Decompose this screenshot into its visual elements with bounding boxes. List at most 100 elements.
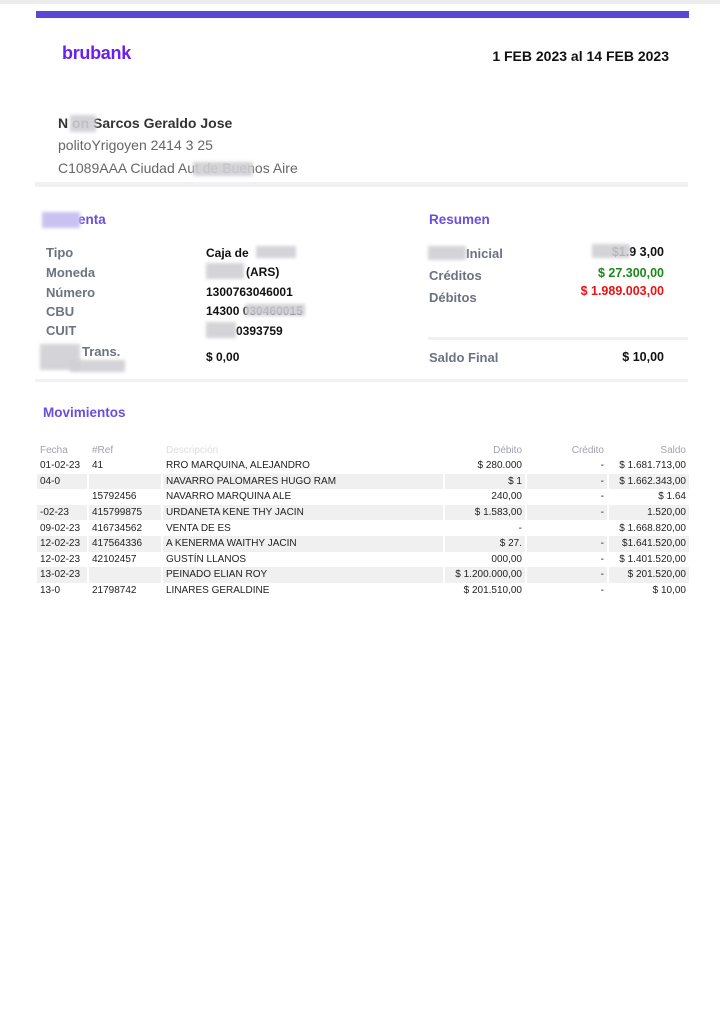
cell-debito: $ 201.510,00 [463, 585, 522, 597]
cell-saldo: $1.641.520,00 [609, 535, 689, 552]
cell-credito: - [600, 553, 604, 565]
cell-saldo: $ 10,00 [652, 585, 686, 597]
cell-debito: $ 280.000 [477, 460, 523, 472]
cell-credito: - [600, 585, 604, 597]
label-saldo-final: Saldo Final [429, 350, 499, 365]
label-cuit: CUIT [46, 323, 77, 338]
col-ref: #Ref [92, 444, 114, 456]
col-fecha: Fecha [40, 444, 68, 456]
table-row: 09-02-23 416734562 VENTA DE ES - $ 1.668.820… [37, 520, 689, 536]
cell-saldo: $ 1.64 [658, 491, 686, 503]
cell-debito: $ 1.583,00 [445, 504, 525, 521]
redaction [70, 115, 96, 132]
value-debitos: $ 1.989.003,00 [580, 284, 664, 298]
value-cuit: 0393759 [236, 324, 283, 338]
cell-fecha: 04-0 [37, 473, 87, 490]
brubank-logo: brubank [62, 43, 131, 63]
col-debito: Débito [493, 444, 522, 456]
cell-saldo: $ 1.668.820,00 [619, 522, 686, 534]
cell-ref: 15792456 [92, 491, 137, 503]
table-row: 15792456 NAVARRO MARQUINA ALE 240,00 - $ 1.6… [37, 489, 689, 505]
table-row: 13-0 21798742 LINARES GERALDINE $ 201.510,0… [37, 583, 689, 599]
cell-descripcion: VENTA DE ES [166, 522, 231, 534]
redaction [245, 304, 305, 316]
cell-credito: - [527, 567, 607, 583]
cell-ref: 41 [92, 460, 104, 472]
account-section-title: enta [78, 212, 106, 227]
cell-fecha: -02-23 [37, 504, 87, 521]
cell-saldo: $ 201.520,00 [609, 567, 689, 583]
accent-bar [36, 11, 689, 18]
col-descripcion: Descripción [166, 444, 219, 456]
cell-descripcion: NAVARRO MARQUINA ALE [166, 491, 292, 503]
cell-debito: $ 1 [445, 473, 525, 490]
value-trans: $ 0,00 [206, 350, 240, 364]
cell-debito: $ 27. [445, 535, 525, 552]
redaction [193, 162, 253, 176]
cell-debito: 000,00 [491, 553, 522, 565]
summary-section-title: Resumen [429, 212, 490, 227]
cell-saldo: $ 1.681.713,00 [619, 460, 686, 472]
table-row: 04-0 NAVARRO PALOMARES HUGO RAM $ 1- $ 1.66… [37, 473, 689, 490]
label-numero: Número [46, 285, 96, 300]
col-saldo: Saldo [660, 444, 686, 456]
cell-credito: - [527, 535, 607, 552]
cell-descripcion: RRO MARQUINA, ALEJANDRO [166, 460, 310, 472]
cell-descripcion: LINARES GERALDINE [166, 585, 270, 597]
cell-credito [527, 520, 607, 536]
cell-descripcion: GUSTÍN LLANOS [166, 553, 247, 565]
label-tipo: Tipo [46, 245, 74, 260]
cell-credito: - [600, 460, 604, 472]
divider [428, 337, 688, 340]
redaction [428, 246, 466, 260]
value-creditos: $ 27.300,00 [597, 266, 664, 280]
cell-fecha: 12-02-23 [37, 535, 87, 552]
cell-fecha: 12-02-23 [40, 553, 81, 565]
cell-debito: $ 1.200.000,00 [445, 567, 525, 583]
cell-fecha: 13-02-23 [37, 567, 87, 583]
cell-fecha: 01-02-23 [40, 460, 81, 472]
value-numero: 1300763046001 [206, 285, 293, 299]
cell-ref: 415799875 [89, 504, 161, 521]
cell-debito: 240,00 [491, 491, 522, 503]
movements-table: Fecha #Ref Descripción Débito Crédito Sa… [35, 442, 691, 598]
table-header: Fecha #Ref Descripción Débito Crédito Sa… [37, 442, 689, 458]
redaction [206, 263, 244, 279]
label-moneda: Moneda [46, 265, 96, 280]
cell-credito: - [527, 504, 607, 521]
page-edge [0, 0, 720, 4]
divider [35, 182, 688, 187]
value-moneda: (ARS) [246, 265, 280, 279]
table-row: 12-02-23 417564336 A KENERMA WAITHY JACIN $… [37, 535, 689, 552]
cell-ref [89, 473, 161, 490]
table-row: 12-02-23 42102457 GUSTÍN LLANOS 000,00 - $ 1.… [37, 552, 689, 568]
label-debitos: Débitos [429, 290, 477, 305]
value-saldo-final: $ 10,00 [622, 350, 664, 364]
col-credito: Crédito [571, 444, 604, 456]
redaction [70, 360, 125, 372]
redaction [206, 322, 236, 338]
cell-ref [89, 567, 161, 583]
cell-ref: 21798742 [92, 585, 137, 597]
cell-fecha: 09-02-23 [40, 522, 81, 534]
label-saldo-inicial: Inicial [466, 246, 503, 261]
cell-descripcion: URDANETA KENE THY JACIN [163, 504, 443, 521]
cell-descripcion: PEINADO ELIAN ROY [163, 567, 443, 583]
cell-ref: 42102457 [92, 553, 137, 565]
cell-credito: - [600, 491, 604, 503]
value-tipo: Caja de [206, 246, 249, 260]
client-address-line2: C1089AAA Ciudad Aut de Buenos Aire [58, 160, 298, 176]
cell-debito: - [518, 522, 522, 534]
redaction [256, 246, 296, 258]
label-creditos: Créditos [429, 268, 482, 283]
cell-descripcion: A KENERMA WAITHY JACIN [163, 535, 443, 552]
cell-saldo: $ 1.401.520,00 [619, 553, 686, 565]
cell-saldo: $ 1.662.343,00 [609, 473, 689, 490]
cell-descripcion: NAVARRO PALOMARES HUGO RAM [163, 473, 443, 490]
redaction [592, 244, 630, 258]
label-cbu: CBU [46, 304, 75, 319]
divider [35, 379, 688, 382]
redaction [42, 212, 80, 228]
cell-ref: 416734562 [92, 522, 143, 534]
cell-ref: 417564336 [89, 535, 161, 552]
